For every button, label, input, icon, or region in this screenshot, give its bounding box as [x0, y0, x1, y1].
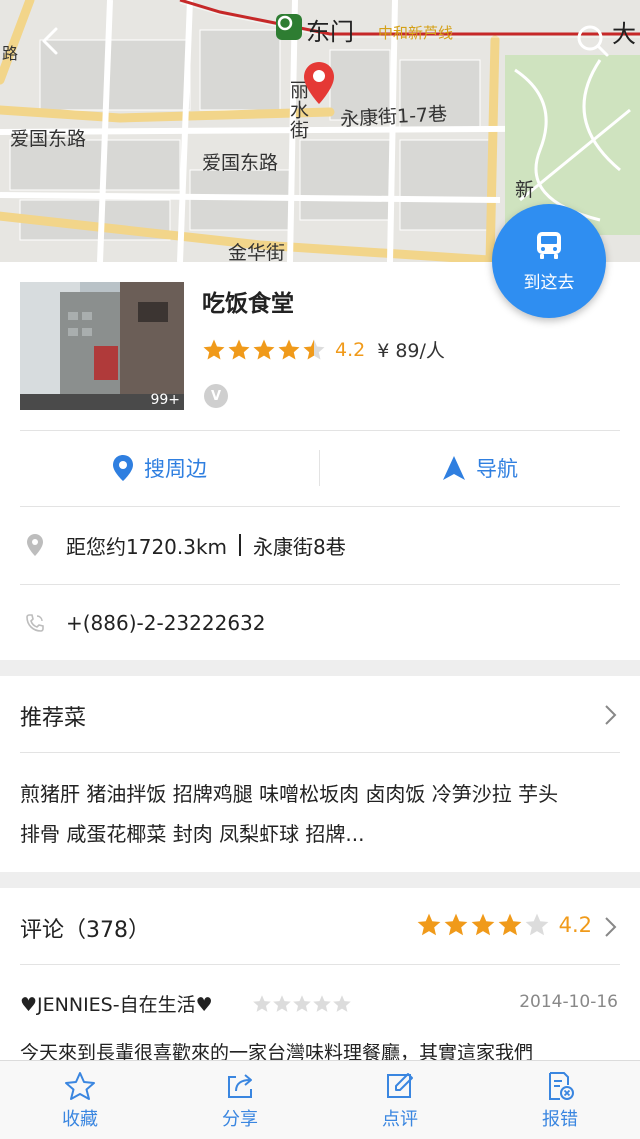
reviews-section[interactable]: 评论（378） 4.2 ♥JENNIES-自在生活♥ 2014-10-16 今天… [0, 888, 640, 1068]
favorite-label: 收藏 [62, 1109, 98, 1130]
star-icon [525, 913, 548, 936]
star-icon [273, 995, 291, 1012]
address-text: 永康街8巷 [253, 534, 346, 559]
share-label: 分享 [222, 1109, 258, 1130]
reviews-rating: 4.2 [416, 912, 592, 938]
divider [20, 964, 620, 965]
report-error-button[interactable]: 报错 [480, 1061, 640, 1139]
map-label-cut: 大 [612, 20, 636, 48]
navigate-button[interactable]: 导航 [320, 430, 640, 506]
star-icon [278, 339, 300, 359]
report-label: 报错 [542, 1109, 578, 1130]
metro-line-label: 中和新芦线 [378, 24, 454, 42]
review-username: ♥JENNIES-自在生活♥ [20, 994, 213, 1016]
bottom-toolbar: 收藏 分享 点评 报错 [0, 1060, 640, 1139]
star-rating [416, 912, 551, 938]
dish-line: 排骨 咸蛋花椰菜 封肉 凤梨虾球 招牌... [20, 822, 365, 846]
road-label: 永康街1-7巷 [339, 103, 448, 131]
dish-list: 煎猪肝 猪油拌饭 招牌鸡腿 味噌松坂肉 卤肉饭 冷笋沙拉 芋头 排骨 咸蛋花椰菜… [20, 774, 626, 854]
star-icon [293, 995, 311, 1012]
star-icon [303, 339, 325, 359]
star-icon [471, 913, 494, 936]
verified-badge-icon: V [204, 384, 228, 408]
star-icon [417, 913, 440, 936]
address-row[interactable]: 距您约1720.3km 永康街8巷 [0, 506, 640, 584]
favorite-button[interactable]: 收藏 [0, 1061, 160, 1139]
star-icon [203, 339, 225, 359]
comment-label: 点评 [382, 1109, 418, 1130]
phone-number: +(886)-2-23222632 [66, 611, 266, 635]
recommended-dishes-section[interactable]: 推荐菜 煎猪肝 猪油拌饭 招牌鸡腿 味噌松坂肉 卤肉饭 冷笋沙拉 芋头 排骨 咸… [0, 676, 640, 872]
star-outline-icon [65, 1072, 95, 1100]
review-star-rating [252, 994, 352, 1014]
star-rating [202, 338, 327, 362]
edit-icon [387, 1073, 413, 1098]
location-icon [24, 533, 46, 557]
poi-rating: 4.2 ¥ 89/人 [202, 336, 445, 363]
poi-name: 吃饭食堂 [202, 291, 294, 317]
star-icon [498, 913, 521, 936]
search-nearby-label: 搜周边 [144, 457, 207, 481]
road-label: 爱国东路 [202, 152, 279, 174]
go-there-button[interactable]: 到这去 [492, 204, 606, 318]
map-search-button[interactable] [574, 22, 610, 58]
chevron-right-icon [605, 917, 617, 937]
separator-bar [239, 534, 242, 556]
bus-icon [537, 231, 561, 259]
metro-station-name: 东门 [306, 18, 354, 46]
distance-text: 距您约1720.3km [66, 534, 228, 559]
road-label: 爱国东路 [10, 128, 87, 150]
rating-value: 4.2 [335, 338, 366, 361]
metro-icon [276, 14, 302, 40]
section-title: 推荐菜 [20, 706, 87, 731]
map-pin-icon [302, 60, 336, 106]
back-button[interactable] [34, 24, 68, 58]
location-pin-icon [113, 455, 133, 481]
price-per-person: ¥ 89/人 [377, 340, 445, 362]
action-row: 搜周边 导航 [0, 430, 640, 506]
poi-photo[interactable]: 99+ [20, 282, 184, 410]
storefront-image [20, 282, 184, 410]
dish-line: 煎猪肝 猪油拌饭 招牌鸡腿 味噌松坂肉 卤肉饭 冷笋沙拉 芋头 [20, 782, 559, 806]
star-icon [228, 339, 250, 359]
star-icon [313, 995, 331, 1012]
share-icon [228, 1074, 252, 1098]
star-icon [253, 995, 271, 1012]
chevron-right-icon [605, 705, 617, 725]
star-icon [444, 913, 467, 936]
road-label: 路 [2, 44, 19, 63]
report-icon [549, 1072, 574, 1100]
phone-row[interactable]: +(886)-2-23222632 [0, 584, 640, 662]
road-label: 新 [515, 179, 535, 201]
navigation-arrow-icon [443, 456, 465, 480]
share-button[interactable]: 分享 [160, 1061, 320, 1139]
phone-icon [24, 613, 46, 633]
poi-card: 99+ 吃饭食堂 4.2 ¥ 89/人 V 搜周边 导航 距您约1720.3km… [0, 262, 640, 660]
navigate-label: 导航 [476, 457, 518, 481]
divider [20, 752, 620, 753]
photo-count: 99+ [150, 392, 180, 408]
star-icon [333, 995, 351, 1012]
review-date: 2014-10-16 [519, 992, 618, 1012]
go-there-label: 到这去 [523, 272, 575, 293]
star-icon [253, 339, 275, 359]
chevron-left-icon [42, 27, 58, 55]
road-label: 金华街 [228, 242, 286, 262]
comment-button[interactable]: 点评 [320, 1061, 480, 1139]
search-nearby-button[interactable]: 搜周边 [0, 430, 319, 506]
rating-value: 4.2 [558, 913, 592, 937]
search-icon [577, 25, 609, 57]
reviews-title: 评论（378） [20, 918, 150, 943]
